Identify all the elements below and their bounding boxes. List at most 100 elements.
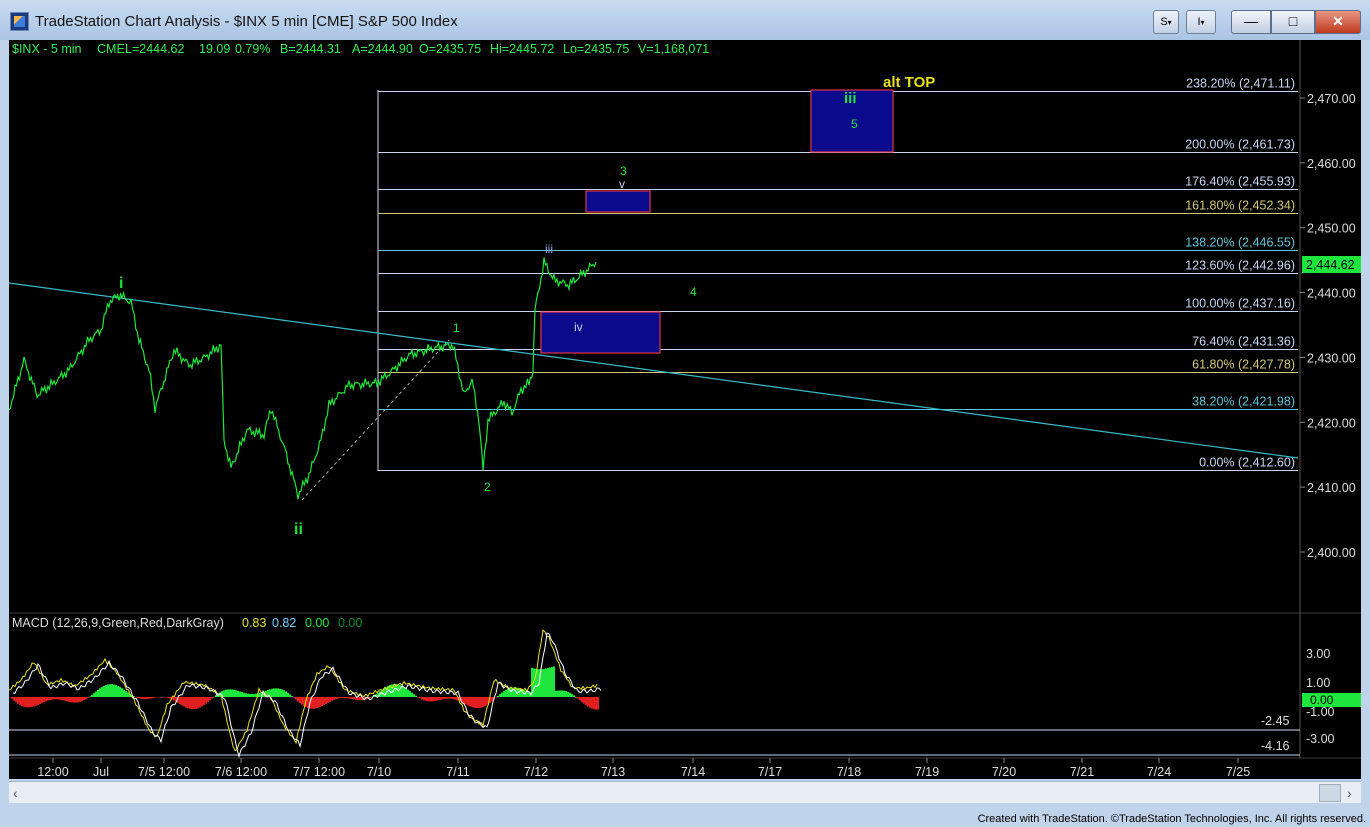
macd-histogram-bar bbox=[541, 669, 543, 697]
chart-area[interactable]: $INX - 5 min CME L=2444.62 19.09 0.79% B… bbox=[8, 40, 1361, 779]
macd-axis-1: 1.00 bbox=[1306, 676, 1330, 690]
macd-histogram-bar bbox=[463, 697, 465, 704]
macd-histogram-bar bbox=[315, 697, 317, 709]
macd-histogram-bar bbox=[255, 693, 257, 697]
macd-histogram-bar bbox=[65, 697, 67, 702]
macd-histogram-bar bbox=[193, 697, 195, 710]
macd-histogram-bar bbox=[497, 695, 499, 697]
macd-histogram-bar bbox=[407, 689, 409, 697]
header-high: Hi=2445.72 bbox=[490, 42, 554, 56]
macd-histogram-bar bbox=[17, 697, 19, 704]
macd-histogram-bar bbox=[425, 697, 427, 701]
header-pct: 0.79% bbox=[235, 42, 270, 56]
macd-histogram-bar bbox=[285, 691, 287, 697]
macd-histogram-bar bbox=[209, 697, 211, 701]
macd-histogram-bar bbox=[507, 688, 509, 697]
macd-histogram-bar bbox=[101, 687, 103, 697]
macd-histogram-bar bbox=[229, 689, 231, 697]
macd-histogram-bar bbox=[249, 693, 251, 697]
macd-histogram-bar bbox=[297, 697, 299, 702]
fib-level-label: 123.60% (2,442.96) bbox=[1185, 259, 1295, 273]
time-axis-label: 7/6 12:00 bbox=[215, 765, 267, 779]
macd-label: MACD (12,26,9,Green,Red,DarkGray) bbox=[12, 616, 224, 630]
macd-histogram-bar bbox=[81, 697, 83, 702]
macd-axis-3: 3.00 bbox=[1306, 647, 1330, 661]
time-axis-label: 7/5 12:00 bbox=[138, 765, 190, 779]
time-axis-label: 7/24 bbox=[1147, 765, 1171, 779]
maximize-button[interactable]: □ bbox=[1271, 10, 1315, 34]
scroll-right-arrow-icon[interactable]: › bbox=[1347, 785, 1352, 801]
label-wave-4: 4 bbox=[690, 285, 697, 299]
macd-histogram-bar bbox=[205, 697, 207, 704]
macd-histogram-bar bbox=[35, 697, 37, 706]
macd-histogram-bar bbox=[57, 697, 59, 700]
macd-histogram-bar bbox=[231, 689, 233, 697]
macd-value-3: 0.00 bbox=[305, 616, 329, 630]
macd-histogram-bar bbox=[191, 697, 193, 710]
header-volume: V=1,168,071 bbox=[638, 42, 709, 56]
macd-histogram-bar bbox=[499, 694, 501, 697]
scrollbar-thumb[interactable] bbox=[1319, 784, 1341, 802]
price-axis-label: 2,460.00 bbox=[1307, 157, 1356, 171]
close-button[interactable]: ✕ bbox=[1315, 10, 1361, 34]
macd-histogram-bar bbox=[271, 688, 273, 697]
macd-histogram-bar bbox=[293, 697, 295, 698]
macd-histogram-bar bbox=[569, 692, 571, 697]
macd-histogram-bar bbox=[419, 697, 421, 699]
time-axis-label: 12:00 bbox=[37, 765, 68, 779]
macd-histogram-bar bbox=[323, 697, 325, 706]
macd-histogram-bar bbox=[69, 697, 71, 702]
macd-histogram-bar bbox=[41, 697, 43, 704]
target-box-iv[interactable] bbox=[540, 311, 661, 354]
macd-histogram-bar bbox=[469, 697, 471, 707]
time-axis-label: 7/18 bbox=[837, 765, 861, 779]
title-bar: TradeStation Chart Analysis - $INX 5 min… bbox=[0, 0, 1370, 40]
macd-histogram-bar bbox=[141, 697, 143, 699]
symbol-link-s-button[interactable]: S▾ bbox=[1153, 10, 1179, 34]
horizontal-scrollbar[interactable]: ‹ › bbox=[9, 781, 1361, 803]
macd-histogram-bar bbox=[235, 690, 237, 697]
header-ask: A=2444.90 bbox=[352, 42, 413, 56]
macd-histogram-bar bbox=[259, 692, 261, 697]
macd-histogram-bar bbox=[575, 696, 577, 698]
macd-histogram-bar bbox=[465, 697, 467, 705]
time-axis-label: 7/12 bbox=[524, 765, 548, 779]
price-axis-label: 2,470.00 bbox=[1307, 92, 1356, 106]
macd-histogram-bar bbox=[237, 690, 239, 697]
time-axis-label: 7/11 bbox=[446, 765, 469, 779]
header-low: Lo=2435.75 bbox=[563, 42, 629, 56]
macd-histogram-bar bbox=[553, 666, 555, 697]
macd-histogram-bar bbox=[537, 669, 539, 697]
macd-histogram-bar bbox=[583, 697, 585, 704]
macd-histogram-bar bbox=[559, 690, 561, 697]
macd-histogram-bar bbox=[165, 697, 167, 698]
header-last: L=2444.62 bbox=[125, 42, 184, 56]
macd-histogram-bar bbox=[169, 697, 171, 699]
macd-histogram-bar bbox=[213, 696, 215, 698]
macd-histogram-bar bbox=[59, 697, 61, 700]
macd-histogram-bar bbox=[437, 697, 439, 701]
macd-histogram-bar bbox=[153, 697, 155, 698]
macd-histogram-bar bbox=[343, 697, 345, 698]
symbol-link-i-button[interactable]: I▾ bbox=[1186, 10, 1216, 34]
minimize-button[interactable]: — bbox=[1231, 10, 1271, 34]
label-wave-2: 2 bbox=[484, 480, 491, 494]
macd-histogram-bar bbox=[123, 689, 125, 697]
macd-histogram-bar bbox=[577, 697, 579, 699]
target-box-v[interactable] bbox=[585, 190, 651, 213]
macd-value-4: 0.00 bbox=[338, 616, 362, 630]
macd-histogram-bar bbox=[301, 697, 303, 705]
macd-histogram-bar bbox=[163, 697, 165, 698]
macd-histogram-bar bbox=[185, 697, 187, 708]
macd-histogram-bar bbox=[93, 693, 95, 697]
trendline[interactable] bbox=[8, 282, 1299, 459]
macd-histogram-bar bbox=[137, 697, 139, 698]
macd-histogram-bar bbox=[97, 689, 99, 697]
scroll-left-arrow-icon[interactable]: ‹ bbox=[13, 785, 18, 801]
macd-histogram-bar bbox=[31, 697, 33, 707]
macd-histogram-bar bbox=[289, 694, 291, 697]
macd-histogram-bar bbox=[117, 685, 119, 697]
macd-histogram-bar bbox=[201, 697, 203, 707]
label-wave-iii-small: iii bbox=[545, 242, 553, 256]
macd-histogram-bar bbox=[411, 692, 413, 697]
